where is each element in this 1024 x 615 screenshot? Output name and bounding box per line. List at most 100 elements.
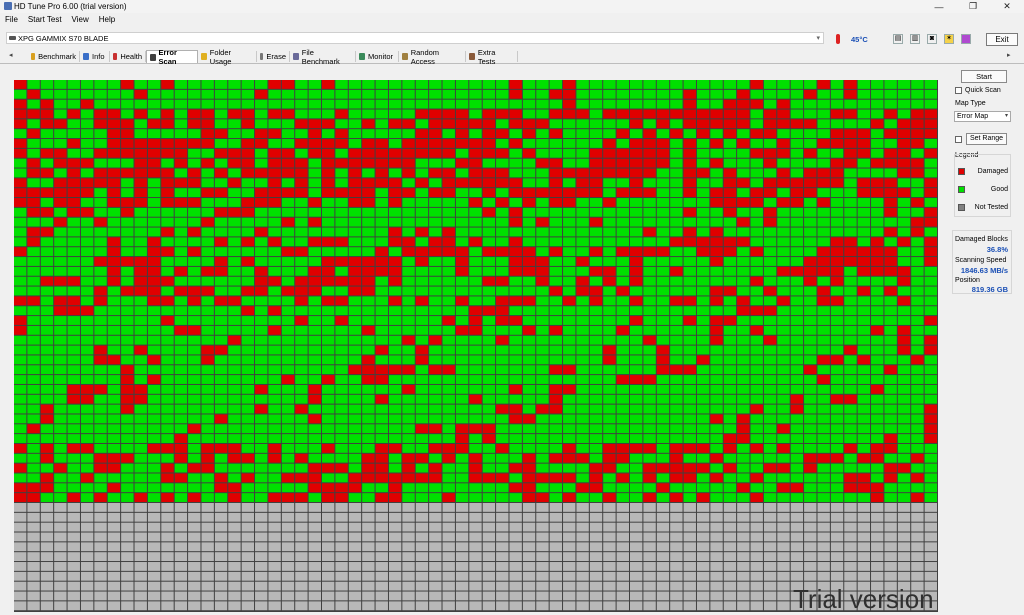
scan-block — [536, 463, 549, 473]
tab-error-scan[interactable]: Error Scan — [146, 48, 198, 66]
untested-block — [563, 601, 576, 611]
restore-button[interactable]: ❐ — [956, 0, 990, 13]
scan-block — [589, 365, 603, 375]
scan-block — [830, 109, 844, 119]
scan-block — [482, 266, 496, 276]
scan-block — [696, 217, 710, 227]
scan-block — [656, 434, 670, 443]
tab-info[interactable]: Info — [80, 51, 110, 62]
exit-button[interactable]: Exit — [986, 33, 1018, 46]
scan-block — [80, 394, 94, 404]
tab-erase[interactable]: Erase — [257, 51, 290, 62]
minimize-button[interactable]: — — [922, 0, 956, 13]
scan-block — [415, 296, 429, 306]
scan-block — [683, 414, 696, 424]
untested-block — [830, 522, 844, 532]
scan-block — [897, 316, 911, 325]
scan-block — [817, 119, 830, 129]
options-icon[interactable]: ✶ — [944, 34, 954, 44]
untested-block — [388, 503, 402, 512]
scan-block — [147, 148, 161, 158]
scan-block — [790, 365, 804, 375]
tab-monitor[interactable]: Monitor — [356, 51, 399, 62]
scan-block — [603, 286, 616, 296]
tab-scroll-right-icon[interactable]: ▸ — [1007, 51, 1011, 59]
scan-block — [589, 188, 603, 198]
scan-block — [777, 99, 790, 109]
scan-block — [94, 424, 107, 434]
scan-block — [643, 89, 656, 99]
scan-block — [522, 99, 536, 109]
scan-block — [107, 276, 121, 286]
untested-block — [482, 581, 496, 591]
menu-file[interactable]: File — [5, 14, 18, 25]
scan-block — [616, 335, 629, 345]
scan-block — [763, 306, 777, 316]
start-button[interactable]: Start — [961, 70, 1007, 83]
map-type-select[interactable]: Error Map ▾ — [954, 111, 1011, 122]
untested-block — [563, 532, 576, 542]
scan-block — [616, 394, 629, 404]
scan-block — [54, 286, 67, 296]
scan-block — [777, 473, 790, 483]
scan-block — [322, 296, 335, 306]
scan-block — [817, 168, 830, 178]
close-button[interactable]: ✕ — [990, 0, 1024, 13]
tab-extra-tests[interactable]: Extra Tests — [466, 48, 518, 66]
untested-block — [228, 601, 241, 611]
tab-random-access[interactable]: Random Access — [399, 48, 466, 66]
scan-block — [442, 266, 455, 276]
scan-block — [576, 89, 589, 99]
scan-block — [911, 325, 924, 335]
scan-block — [27, 365, 40, 375]
scan-block — [375, 365, 388, 375]
set-range-checkbox[interactable] — [955, 136, 962, 143]
scan-block — [589, 148, 603, 158]
tab-file-benchmark[interactable]: File Benchmark — [290, 48, 356, 66]
scan-block — [174, 296, 188, 306]
screenshot-icon[interactable]: ◙ — [927, 34, 937, 44]
scan-block — [14, 365, 27, 375]
drive-dropdown[interactable]: XPG GAMMIX S70 BLADE ▾ — [6, 32, 824, 44]
untested-block — [496, 581, 509, 591]
scan-block — [804, 375, 817, 384]
scan-block — [80, 463, 94, 473]
scan-block — [388, 217, 402, 227]
untested-block — [777, 601, 790, 611]
scan-block — [549, 129, 563, 139]
scan-block — [911, 384, 924, 394]
copy-text-icon[interactable]: ▤ — [893, 34, 903, 44]
scan-block — [763, 424, 777, 434]
untested-block — [723, 522, 737, 532]
set-range-button[interactable]: Set Range — [966, 133, 1007, 145]
scan-block — [763, 443, 777, 453]
untested-block — [576, 532, 589, 542]
untested-block — [509, 581, 522, 591]
scan-block — [804, 463, 817, 473]
scan-block — [67, 89, 80, 99]
scan-block — [268, 296, 281, 306]
save-icon[interactable] — [961, 34, 971, 44]
tab-scroll-left-icon[interactable]: ◂ — [9, 51, 13, 59]
scan-block — [616, 404, 629, 414]
scan-block — [549, 188, 563, 198]
copy-info-icon[interactable]: ▥ — [910, 34, 920, 44]
scan-block — [777, 286, 790, 296]
untested-block — [415, 503, 429, 512]
scan-block — [375, 168, 388, 178]
scan-block — [40, 345, 54, 355]
scan-block — [750, 286, 763, 296]
menu-view[interactable]: View — [72, 14, 89, 25]
tab-folder-usage[interactable]: Folder Usage — [198, 48, 257, 66]
scan-block — [790, 247, 804, 257]
scan-block — [308, 325, 321, 335]
quick-scan-checkbox[interactable] — [955, 87, 962, 94]
scan-block — [188, 316, 201, 325]
scan-block — [121, 266, 134, 276]
tab-benchmark[interactable]: Benchmark — [28, 51, 80, 62]
tab-health[interactable]: Health — [110, 51, 146, 62]
menu-help[interactable]: Help — [99, 14, 115, 25]
scan-block — [214, 493, 228, 502]
scan-block — [844, 365, 857, 375]
menu-start-test[interactable]: Start Test — [28, 14, 62, 25]
